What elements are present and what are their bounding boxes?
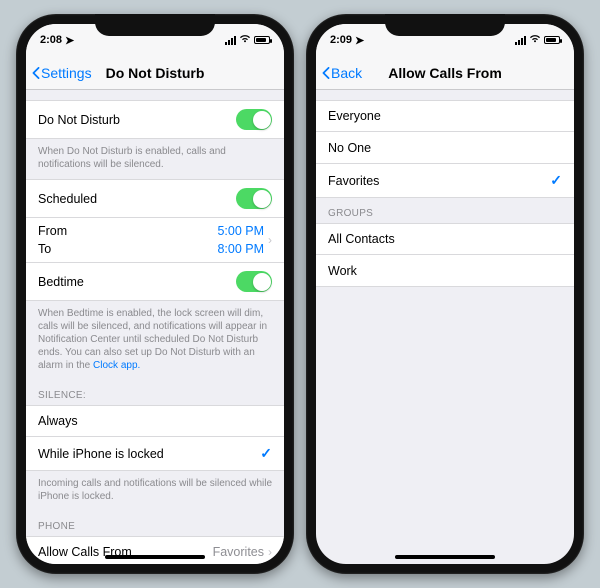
home-indicator[interactable]: [395, 555, 495, 559]
schedule-time-row[interactable]: From To 5:00 PM 8:00 PM ›: [26, 218, 284, 263]
locked-label: While iPhone is locked: [38, 447, 260, 461]
chevron-right-icon: ›: [268, 233, 272, 247]
chevron-right-icon: ›: [268, 545, 272, 559]
back-button[interactable]: Back: [322, 65, 362, 81]
from-label: From: [38, 224, 67, 238]
option-label: Work: [328, 264, 562, 278]
battery-icon: [544, 36, 560, 44]
location-icon: ➤: [355, 34, 364, 47]
always-row[interactable]: Always: [26, 405, 284, 437]
checkmark-icon: ✓: [550, 172, 562, 189]
option-allcontacts[interactable]: All Contacts: [316, 223, 574, 255]
option-label: All Contacts: [328, 232, 562, 246]
to-value: 8:00 PM: [217, 242, 264, 256]
nav-bar: Settings Do Not Disturb: [26, 56, 284, 90]
phone-header: PHONE: [26, 511, 284, 536]
checkmark-icon: ✓: [260, 445, 272, 462]
back-label: Back: [331, 65, 362, 81]
scheduled-row[interactable]: Scheduled: [26, 179, 284, 218]
dnd-label: Do Not Disturb: [38, 113, 236, 127]
silence-header: SILENCE:: [26, 380, 284, 405]
allow-calls-value: Favorites: [213, 545, 264, 559]
scheduled-label: Scheduled: [38, 192, 236, 206]
wifi-icon: [529, 34, 541, 46]
option-label: No One: [328, 141, 562, 155]
locked-row[interactable]: While iPhone is locked ✓: [26, 437, 284, 471]
option-label: Favorites: [328, 174, 550, 188]
phone-left: 2:08 ➤ Settings Do Not Disturb Do Not Di…: [16, 14, 294, 574]
from-value: 5:00 PM: [217, 224, 264, 238]
bedtime-toggle[interactable]: [236, 271, 272, 292]
screen-left: 2:08 ➤ Settings Do Not Disturb Do Not Di…: [26, 24, 284, 564]
notch: [385, 14, 505, 36]
always-label: Always: [38, 414, 272, 428]
chevron-left-icon: [32, 67, 40, 79]
scheduled-toggle[interactable]: [236, 188, 272, 209]
notch: [95, 14, 215, 36]
status-time: 2:09: [330, 34, 352, 46]
home-indicator[interactable]: [105, 555, 205, 559]
option-label: Everyone: [328, 109, 562, 123]
battery-icon: [254, 36, 270, 44]
back-label: Settings: [41, 65, 92, 81]
option-noone[interactable]: No One: [316, 132, 574, 164]
option-everyone[interactable]: Everyone: [316, 100, 574, 132]
content[interactable]: Do Not Disturb When Do Not Disturb is en…: [26, 90, 284, 564]
allow-calls-row[interactable]: Allow Calls From Favorites ›: [26, 536, 284, 564]
back-button[interactable]: Settings: [32, 65, 92, 81]
dnd-footer: When Do Not Disturb is enabled, calls an…: [26, 139, 284, 179]
bedtime-label: Bedtime: [38, 275, 236, 289]
silence-footer: Incoming calls and notifications will be…: [26, 471, 284, 511]
screen-right: 2:09 ➤ Back Allow Calls From Everyone: [316, 24, 574, 564]
bedtime-footer: When Bedtime is enabled, the lock screen…: [26, 301, 284, 380]
groups-header: GROUPS: [316, 198, 574, 223]
status-time: 2:08: [40, 34, 62, 46]
nav-bar: Back Allow Calls From: [316, 56, 574, 90]
location-icon: ➤: [65, 34, 74, 47]
option-favorites[interactable]: Favorites ✓: [316, 164, 574, 198]
bedtime-row[interactable]: Bedtime: [26, 263, 284, 301]
content[interactable]: Everyone No One Favorites ✓ GROUPS All C…: [316, 90, 574, 564]
dnd-toggle[interactable]: [236, 109, 272, 130]
to-label: To: [38, 242, 67, 256]
chevron-left-icon: [322, 67, 330, 79]
signal-icon: [225, 36, 236, 45]
wifi-icon: [239, 34, 251, 46]
clock-app-link[interactable]: Clock app.: [93, 360, 140, 371]
phone-right: 2:09 ➤ Back Allow Calls From Everyone: [306, 14, 584, 574]
option-work[interactable]: Work: [316, 255, 574, 287]
signal-icon: [515, 36, 526, 45]
dnd-row[interactable]: Do Not Disturb: [26, 100, 284, 139]
